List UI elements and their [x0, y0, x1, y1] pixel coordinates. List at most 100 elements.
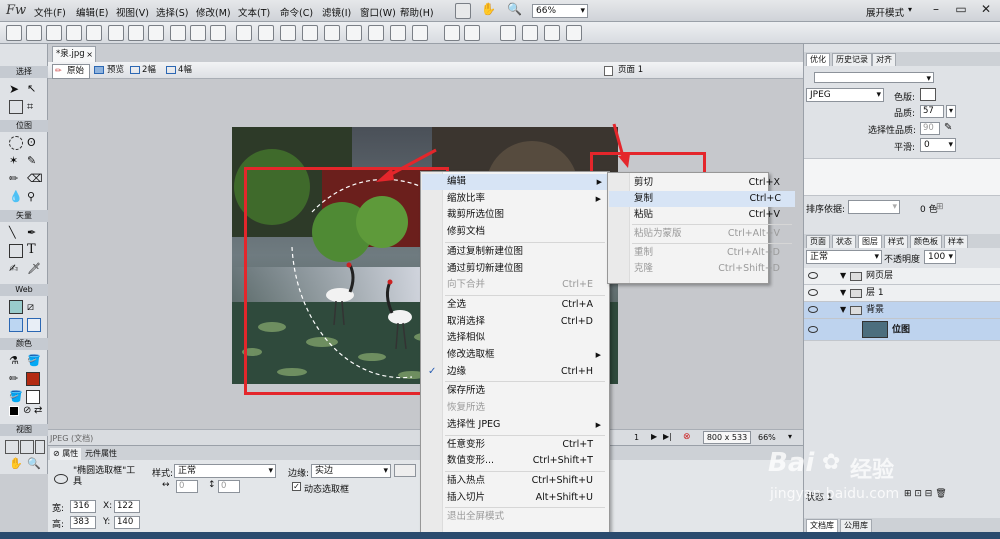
maximize-icon[interactable]: ▭ [950, 0, 972, 18]
subselect-tool-icon[interactable]: ↖ [27, 82, 41, 96]
tab-doc-library[interactable]: 文档库 [806, 519, 838, 532]
send-back-icon[interactable] [346, 25, 362, 41]
copy-icon[interactable] [190, 25, 206, 41]
submenu-item[interactable]: 粘贴 Ctrl+V [634, 207, 794, 223]
eraser-tool-icon[interactable]: ⌫ [27, 172, 43, 186]
edge-select[interactable]: 实边 [311, 464, 391, 478]
print-icon[interactable] [108, 25, 124, 41]
zoom-icon[interactable]: 🔍 [507, 2, 522, 16]
context-menu-item[interactable]: 修剪文档 [447, 224, 607, 240]
context-menu-item[interactable]: 裁剪所选位图 [447, 207, 607, 223]
zoom-select[interactable]: 66% [532, 4, 588, 18]
crop-tool-icon[interactable]: ⌗ [27, 100, 41, 114]
blend-mode-select[interactable]: 正常 [806, 250, 882, 264]
pointer-tool-icon[interactable]: ➤ [9, 82, 23, 96]
context-menu-item[interactable]: 全选 Ctrl+A [447, 297, 607, 313]
freeform-tool-icon[interactable]: ✍ [9, 262, 23, 276]
context-menu-item[interactable]: 通过复制新建位图 [447, 244, 607, 260]
paste-icon[interactable] [210, 25, 226, 41]
rotate-right-icon[interactable] [522, 25, 538, 41]
context-menu-item[interactable]: 数值变形... Ctrl+Shift+T [447, 453, 607, 469]
group-icon[interactable] [236, 25, 252, 41]
page-selector[interactable]: 页面 1 [618, 64, 643, 77]
hand-icon[interactable]: ✋ [481, 2, 496, 16]
submenu-item[interactable]: 复制 Ctrl+C [609, 191, 795, 207]
send-backward-icon[interactable] [390, 25, 406, 41]
zoom-dropdown-icon[interactable]: ▾ [788, 432, 792, 441]
hide-slices-icon[interactable] [9, 318, 23, 332]
menu-file[interactable]: 文件(F) [34, 5, 66, 19]
tab-layers[interactable]: 图层 [858, 235, 882, 248]
context-menu-item[interactable]: 保存所选 [447, 383, 607, 399]
canvas-size[interactable]: 800 x 533 [703, 431, 751, 444]
context-menu-item[interactable]: 任意变形 Ctrl+T [447, 437, 607, 453]
tab-properties[interactable]: ⊘ 属性 [50, 448, 82, 460]
new-icon[interactable] [6, 25, 22, 41]
line-tool-icon[interactable]: ╲ [9, 226, 23, 240]
menu-modify[interactable]: 修改(M) [196, 5, 231, 19]
arrange-icon[interactable] [412, 25, 428, 41]
tab-samples[interactable]: 样本 [944, 235, 968, 248]
preset-select[interactable] [814, 72, 934, 85]
edge-amount-field[interactable] [394, 464, 416, 477]
zoom-level[interactable]: 66% [758, 433, 776, 442]
layer-row-web[interactable]: ▼ 网页层 [804, 268, 1000, 285]
split-icon[interactable] [302, 25, 318, 41]
undo-icon[interactable] [128, 25, 144, 41]
visibility-eye-icon[interactable] [808, 326, 818, 333]
menu-help[interactable]: 帮助(H) [400, 5, 434, 19]
pencil-tool-icon[interactable]: ✏ [9, 172, 23, 186]
paint-bucket-icon[interactable]: 🪣 [27, 354, 41, 368]
bring-front-icon[interactable] [324, 25, 340, 41]
export-icon[interactable] [86, 25, 102, 41]
context-menu-item[interactable]: 边缘 Ctrl+H ✓ [428, 364, 607, 380]
context-menu-item[interactable]: 缩放比率 ▶ [447, 191, 607, 207]
edit-selective-icon[interactable]: ✎ [944, 122, 952, 133]
tab-states[interactable]: 状态 [832, 235, 856, 248]
workspace-arrow-icon[interactable]: ▾ [908, 5, 912, 14]
text-tool-icon[interactable]: T [27, 242, 41, 257]
cut-icon[interactable] [170, 25, 186, 41]
workspace-switcher[interactable]: 展开模式 [866, 5, 904, 19]
context-menu-item[interactable]: 修改选取框 ▶ [447, 347, 607, 363]
tab-close-icon[interactable]: × [86, 47, 93, 62]
tab-common-library[interactable]: 公用库 [840, 519, 872, 532]
dynamic-marquee-checkbox[interactable]: ✓ [292, 482, 301, 491]
save-icon[interactable] [46, 25, 62, 41]
last-frame-icon[interactable]: ▶| [663, 432, 672, 441]
eyedropper-tool-icon[interactable]: ⚗ [9, 354, 23, 368]
context-menu-item[interactable]: 取消选择 Ctrl+D [447, 314, 607, 330]
fullscreen-menus-icon[interactable] [20, 440, 34, 454]
blur-tool-icon[interactable]: 💧 [9, 190, 23, 204]
tab-pages[interactable]: 页面 [806, 235, 830, 248]
play-icon[interactable]: ▶ [651, 432, 657, 441]
tab-styles[interactable]: 样式 [884, 235, 908, 248]
fullscreen-icon[interactable] [35, 440, 45, 454]
tab-align[interactable]: 对齐 [872, 53, 896, 66]
tab-optimize[interactable]: 优化 [806, 53, 830, 66]
stroke-color-swatch[interactable] [26, 372, 40, 386]
zoom-tool-icon[interactable]: 🔍 [27, 457, 41, 471]
lasso-tool-icon[interactable]: ʘ [27, 136, 41, 150]
format-select[interactable]: JPEG [806, 88, 884, 102]
import-icon[interactable] [66, 25, 82, 41]
expand-icon[interactable]: ▼ [840, 302, 846, 318]
context-menu-item[interactable]: 插入切片 Alt+Shift+U [447, 490, 607, 506]
y-field[interactable]: 140 [114, 516, 140, 529]
scale-tool-icon[interactable] [9, 100, 23, 114]
redo-icon[interactable] [148, 25, 164, 41]
flip-v-icon[interactable] [566, 25, 582, 41]
stop-icon[interactable]: ⊗ [683, 432, 691, 442]
minimize-icon[interactable]: – [925, 0, 947, 18]
tab-history[interactable]: 历史记录 [832, 53, 872, 66]
menu-window[interactable]: 窗口(W) [360, 5, 396, 19]
quality-dropdown-icon[interactable]: ▾ [946, 105, 956, 118]
swap-colors-icon[interactable]: ⇄ [34, 405, 48, 419]
visibility-eye-icon[interactable] [808, 306, 818, 313]
bring-forward-icon[interactable] [368, 25, 384, 41]
palette-menu-icon[interactable]: ⊞ [936, 202, 944, 212]
hotspot-tool-icon[interactable] [9, 300, 23, 314]
join-icon[interactable] [280, 25, 296, 41]
menu-text[interactable]: 文本(T) [238, 5, 270, 19]
default-colors-icon[interactable] [9, 406, 19, 416]
